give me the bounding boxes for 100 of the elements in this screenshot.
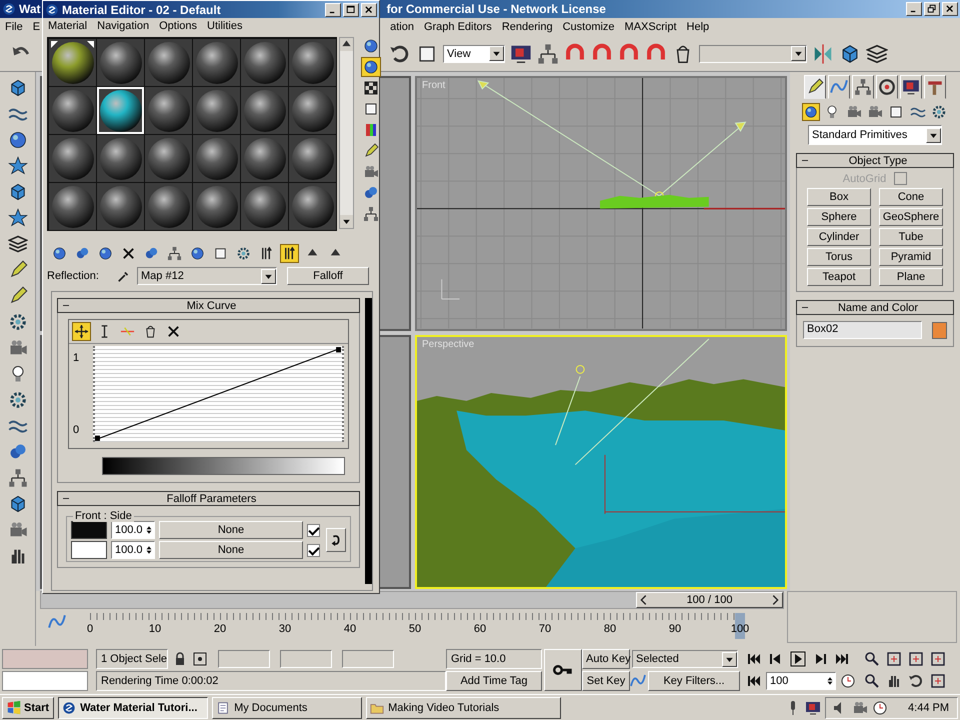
taskbar-button[interactable]: Water Material Tutori... bbox=[58, 696, 208, 718]
swap-button[interactable] bbox=[326, 528, 346, 552]
menu-item[interactable]: Help bbox=[682, 21, 714, 33]
hierarchy-icon[interactable] bbox=[8, 468, 28, 488]
zoom-extents-icon[interactable] bbox=[930, 651, 946, 667]
eyedropper-icon[interactable] bbox=[117, 269, 131, 283]
menu-item[interactable]: Options bbox=[154, 20, 202, 32]
go-to-start-icon[interactable] bbox=[746, 651, 762, 667]
color-swatch[interactable] bbox=[71, 521, 107, 539]
object-button[interactable]: GeoSphere bbox=[879, 208, 943, 226]
sample-slot[interactable] bbox=[241, 39, 288, 86]
rollout-header[interactable]: Object Type bbox=[796, 153, 954, 168]
close-icon[interactable] bbox=[364, 4, 374, 14]
time-slider[interactable]: 100 / 100 bbox=[636, 592, 783, 608]
maximize-icon[interactable] bbox=[346, 4, 356, 14]
menu-item[interactable]: Material bbox=[43, 20, 92, 32]
show-end-result-icon[interactable] bbox=[281, 245, 298, 262]
category-dropdown[interactable]: Standard Primitives bbox=[808, 125, 942, 145]
scroll-bar[interactable] bbox=[339, 37, 354, 229]
layers-icon[interactable] bbox=[866, 42, 888, 64]
wheel-icon[interactable] bbox=[878, 78, 896, 96]
object-button[interactable]: Pyramid bbox=[879, 248, 943, 266]
sample-slot[interactable] bbox=[145, 39, 192, 86]
add-time-tag-button[interactable]: Add Time Tag bbox=[446, 671, 542, 691]
close-icon[interactable] bbox=[945, 4, 955, 14]
sample-slot[interactable] bbox=[145, 183, 192, 230]
sample-slot[interactable] bbox=[241, 87, 288, 134]
object-button[interactable]: Tube bbox=[879, 228, 943, 246]
coordinate-field[interactable] bbox=[218, 650, 270, 668]
taskbar-button[interactable]: Making Video Tutorials bbox=[366, 696, 562, 718]
selection-set-dropdown[interactable] bbox=[699, 44, 807, 62]
amount-spinner[interactable]: 100.0 bbox=[111, 541, 155, 559]
monitor-icon[interactable] bbox=[805, 700, 822, 716]
object-button[interactable]: Cylinder bbox=[807, 228, 871, 246]
go-to-end-icon[interactable] bbox=[834, 651, 850, 667]
sample-slot[interactable] bbox=[193, 183, 240, 230]
menu-item[interactable]: Graph Editors bbox=[418, 21, 497, 33]
sample-slot[interactable] bbox=[289, 39, 336, 86]
taskbar-button[interactable]: My Documents bbox=[212, 696, 362, 718]
auto-key-button[interactable]: Auto Key bbox=[582, 649, 630, 669]
key-mode-dropdown[interactable]: Selected bbox=[632, 650, 738, 668]
color-swatch[interactable] bbox=[932, 322, 947, 338]
rollout-header[interactable]: Mix Curve bbox=[57, 298, 360, 313]
object-button[interactable]: Box bbox=[807, 188, 871, 206]
sample-slot[interactable] bbox=[193, 39, 240, 86]
coordinate-field[interactable] bbox=[280, 650, 332, 668]
sphere-icon[interactable] bbox=[362, 58, 380, 76]
gear-icon[interactable] bbox=[8, 390, 28, 410]
sphere-icon[interactable] bbox=[362, 37, 380, 55]
name-field[interactable]: Box02 bbox=[803, 321, 922, 339]
sample-slot[interactable] bbox=[193, 135, 240, 182]
menu-item[interactable]: Rendering bbox=[496, 21, 558, 33]
sample-slot[interactable] bbox=[145, 87, 192, 134]
rotate-icon[interactable] bbox=[908, 673, 924, 689]
map-button[interactable]: None bbox=[159, 521, 303, 539]
object-button[interactable]: Torus bbox=[807, 248, 871, 266]
coordinate-field[interactable] bbox=[342, 650, 394, 668]
zoom-extents-icon[interactable] bbox=[908, 651, 924, 667]
sample-slot[interactable] bbox=[97, 135, 144, 182]
sample-slot[interactable] bbox=[241, 135, 288, 182]
sample-slot[interactable] bbox=[193, 87, 240, 134]
sample-slot[interactable] bbox=[289, 183, 336, 230]
checker-icon[interactable] bbox=[362, 79, 380, 97]
menu-item[interactable]: ation bbox=[385, 21, 419, 33]
menu-item[interactable]: MAXScript bbox=[620, 21, 682, 33]
rollout-header[interactable]: Name and Color bbox=[796, 300, 954, 315]
clock-icon[interactable] bbox=[872, 700, 888, 716]
menu-item[interactable]: Utilities bbox=[202, 20, 248, 32]
mirror-icon[interactable] bbox=[812, 42, 834, 64]
monitor-icon[interactable] bbox=[902, 78, 920, 96]
object-button[interactable]: Cone bbox=[879, 188, 943, 206]
amount-spinner[interactable]: 100.0 bbox=[111, 521, 155, 539]
sample-slot[interactable] bbox=[241, 183, 288, 230]
search-icon[interactable] bbox=[864, 651, 880, 667]
star-icon[interactable] bbox=[8, 208, 28, 228]
sample-slot[interactable] bbox=[289, 87, 336, 134]
object-button[interactable]: Plane bbox=[879, 268, 943, 286]
hierarchy-icon[interactable] bbox=[537, 42, 559, 64]
sample-slot[interactable] bbox=[97, 183, 144, 230]
map-button[interactable]: None bbox=[159, 541, 303, 559]
menu-item[interactable]: File bbox=[0, 21, 28, 33]
key-button[interactable] bbox=[544, 649, 582, 691]
start-button[interactable]: Start bbox=[2, 696, 54, 718]
map-name-dropdown[interactable]: Map #12 bbox=[137, 267, 277, 285]
gear-icon[interactable] bbox=[235, 245, 252, 262]
sample-slot[interactable] bbox=[49, 87, 96, 134]
sample-slot[interactable] bbox=[49, 39, 96, 86]
key-filters-button[interactable]: Key Filters... bbox=[648, 671, 740, 691]
zoom-extents-icon[interactable] bbox=[886, 651, 902, 667]
restore-icon[interactable] bbox=[927, 4, 937, 14]
rotate-icon[interactable] bbox=[389, 42, 411, 64]
hierarchy-icon[interactable] bbox=[166, 245, 183, 262]
color-swatch[interactable] bbox=[71, 541, 107, 559]
object-button[interactable]: Sphere bbox=[807, 208, 871, 226]
play-icon[interactable] bbox=[790, 651, 806, 667]
clock-icon[interactable] bbox=[840, 673, 856, 689]
sample-slot[interactable] bbox=[49, 135, 96, 182]
camera-icon[interactable] bbox=[852, 700, 868, 716]
set-key-button[interactable]: Set Key bbox=[582, 671, 630, 691]
search-icon[interactable] bbox=[864, 673, 880, 689]
